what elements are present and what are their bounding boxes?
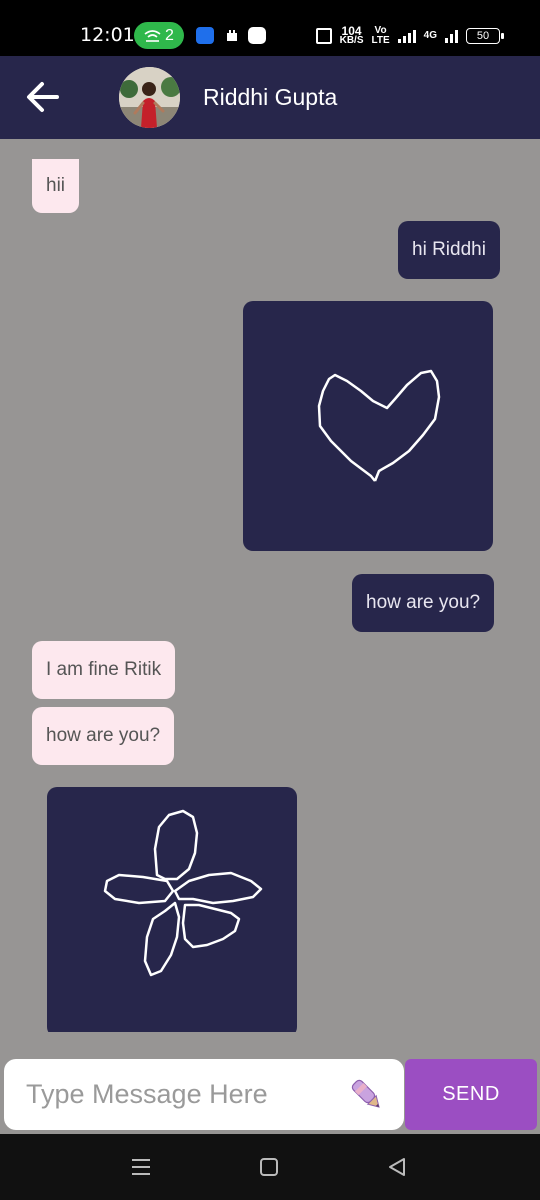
vibrate-icon [315,28,332,44]
contact-name: Riddhi Gupta [203,84,338,110]
pen-icon[interactable] [346,1074,388,1116]
drawing-message-outgoing[interactable] [243,301,493,551]
hotspot-icon [144,29,161,42]
system-navigation-bar [0,1134,540,1200]
hotspot-indicator: 2 [134,22,184,49]
send-button[interactable]: SEND [405,1059,537,1130]
status-bar: 12:01 2 104 KB/S Vo LTE 4G 50 [0,0,540,56]
chat-header: Riddhi Gupta [0,56,540,139]
arrow-left-icon [27,82,59,112]
android-app-icon [196,27,214,44]
message-bubble-outgoing[interactable]: hi Riddhi [398,221,500,279]
message-text: I am fine Ritik [46,659,162,680]
message-list[interactable]: hii hi Riddhi how are you? I am fine Rit… [0,139,540,1032]
recent-apps-button[interactable] [128,1154,154,1180]
battery-icon: 50 [466,28,504,44]
contact-photo [119,67,180,128]
network-type: 4G [423,30,437,41]
draw-pen-icon [351,1079,380,1108]
network-speed: 104 KB/S [339,24,364,46]
app-notification-icon [248,27,266,44]
signal-icon [397,29,416,43]
message-text: hii [46,175,66,196]
hotspot-count: 2 [165,26,174,44]
message-input[interactable] [4,1059,404,1130]
heart-drawing [317,369,441,482]
message-text: hi Riddhi [412,239,486,260]
drawing-message-incoming[interactable] [47,787,297,1032]
message-bubble-incoming[interactable]: how are you? [32,707,175,765]
message-text: how are you? [46,725,161,746]
status-icons: 104 KB/S Vo LTE 4G 50 [315,24,504,47]
notification-icon [223,27,241,44]
square-icon [260,1158,278,1176]
back-nav-button[interactable] [384,1154,410,1180]
message-bubble-incoming[interactable]: I am fine Ritik [32,641,176,699]
avatar[interactable] [119,67,180,128]
volte-indicator: Vo LTE [371,25,390,46]
flower-drawing [103,809,263,977]
menu-icon [132,1159,150,1175]
message-text: how are you? [366,592,481,613]
message-bubble-incoming[interactable]: hii [32,159,80,213]
home-button[interactable] [256,1154,282,1180]
message-bubble-outgoing[interactable]: how are you? [352,574,495,632]
signal-icon-2 [445,29,458,43]
clock: 12:01 [80,24,135,46]
compose-bar: SEND [0,1055,540,1134]
triangle-back-icon [389,1158,405,1176]
back-button[interactable] [24,78,62,116]
